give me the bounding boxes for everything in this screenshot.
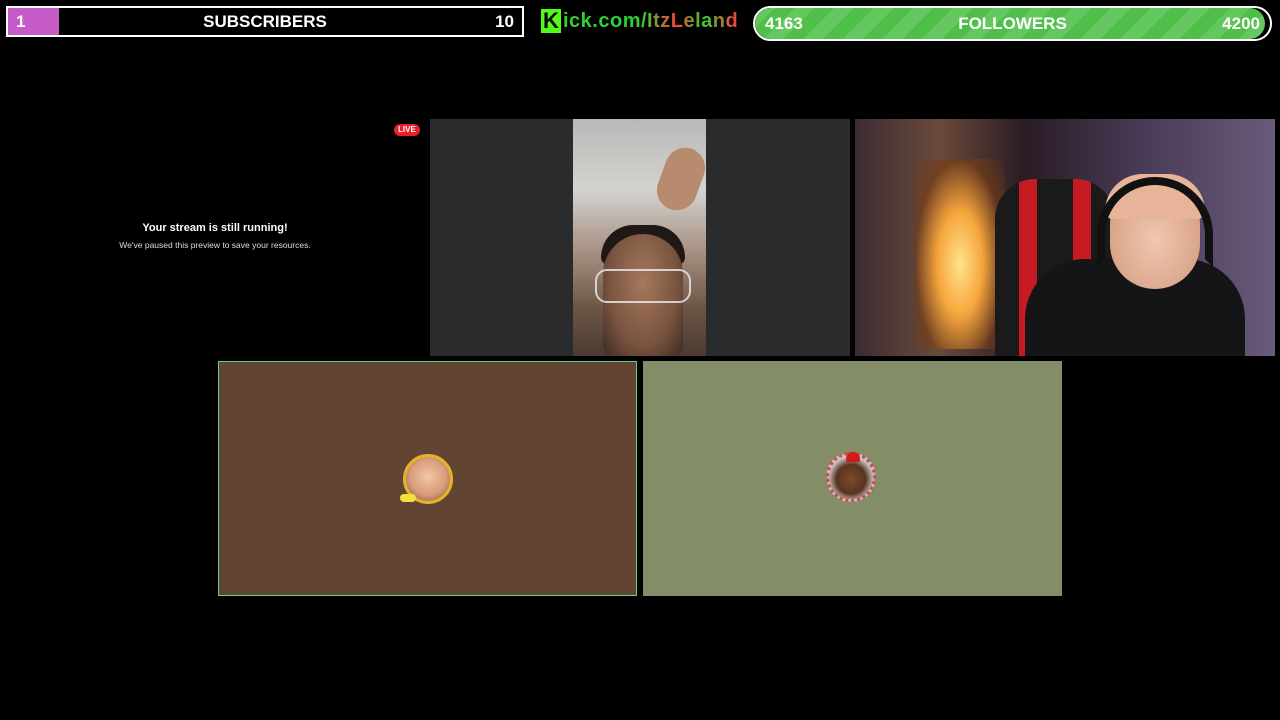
live-badge: LIVE	[394, 124, 420, 136]
subscribers-goal-bar: 1 SUBSCRIBERS 10	[6, 6, 524, 37]
participant-camera-tile-right[interactable]	[855, 119, 1275, 356]
video-glasses	[595, 269, 691, 303]
subscribers-goal-count: 10	[495, 12, 514, 31]
followers-goal-bar: 4163 FOLLOWERS 4200	[753, 6, 1272, 41]
preview-paused-title: Your stream is still running!	[142, 222, 288, 234]
participant-video-feed-center	[573, 119, 706, 356]
kick-url-text: ick.com/ItzLeland	[563, 9, 739, 32]
kick-channel-url: K ick.com/ItzLeland	[541, 6, 738, 36]
followers-label: FOLLOWERS	[958, 14, 1067, 33]
video-hand	[651, 142, 706, 216]
santa-hat-icon	[846, 452, 860, 462]
kick-logo-icon: K	[541, 9, 561, 33]
video-christmas-tree	[915, 159, 1005, 349]
stream-preview-panel	[0, 118, 428, 356]
preview-paused-subtitle: We've paused this preview to save your r…	[119, 240, 311, 250]
subscribers-label: SUBSCRIBERS	[203, 12, 327, 31]
followers-goal-count: 4200	[1222, 14, 1260, 33]
banana-icon	[400, 494, 416, 502]
